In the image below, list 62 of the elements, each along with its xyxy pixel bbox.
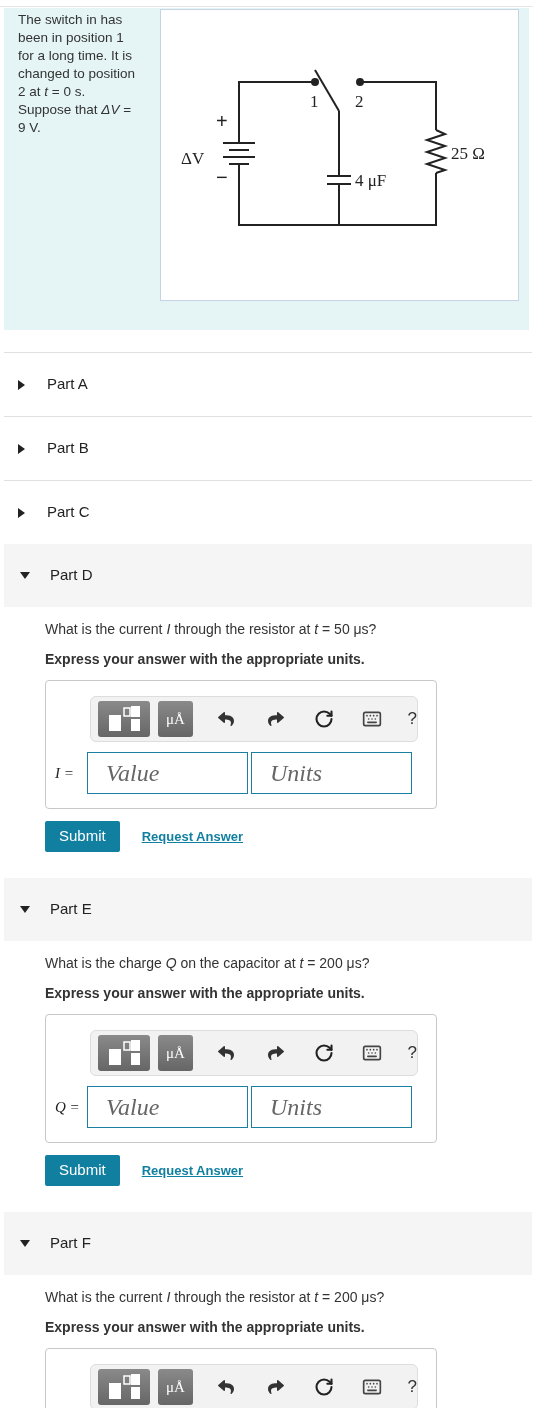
submit-button[interactable]: Submit [45, 821, 120, 852]
request-answer-link[interactable]: Request Answer [141, 826, 244, 847]
undo-button[interactable] [215, 1043, 236, 1063]
undo-button[interactable] [215, 1377, 236, 1397]
value-field[interactable]: Value [87, 752, 248, 794]
templates-button[interactable] [98, 1369, 151, 1405]
part-header[interactable]: Part E [4, 878, 532, 941]
redo-button[interactable] [265, 709, 286, 729]
expand-icon [18, 507, 25, 518]
variable-label: I = [55, 763, 75, 783]
units-field[interactable]: Units [251, 1086, 412, 1128]
reset-icon [313, 1043, 334, 1063]
templates-button[interactable] [98, 701, 151, 737]
undo-icon [217, 1379, 234, 1395]
minus-sign: − [216, 166, 228, 188]
units-button[interactable]: μÅ [158, 701, 193, 737]
question-text: What is the charge Q on the capacitor at t = 200 μs? [45, 954, 371, 973]
capacitor-label: 4 μF [355, 171, 387, 190]
instruction-text: Express your answer with the appropriate units. [45, 1318, 366, 1337]
units-button[interactable]: μÅ [158, 1035, 193, 1071]
part-header[interactable]: Part F [4, 1212, 532, 1275]
question-text: What is the current I through the resistor at t = 200 μs? [45, 1288, 386, 1307]
redo-button[interactable] [265, 1377, 286, 1397]
plus-sign: + [216, 110, 228, 132]
problem-text: The switch in has been in position 1 for a long time. It is changed to position 2 at t = 0 s. Suppose that ΔV = 9 V. [17, 11, 137, 137]
part-header[interactable]: Part A [4, 352, 532, 416]
templates-icon [107, 705, 142, 733]
help-button[interactable]: ? [407, 706, 417, 732]
units-field[interactable]: Units [251, 752, 412, 794]
request-answer-link[interactable]: Request Answer [141, 1160, 244, 1181]
value-field[interactable]: Value [87, 1086, 248, 1128]
instruction-text: Express your answer with the appropriate units. [45, 650, 366, 669]
redo-icon [267, 711, 284, 727]
expand-icon [18, 443, 25, 454]
switch-label: 2 [355, 92, 364, 111]
undo-icon [217, 1045, 234, 1061]
templates-icon [107, 1373, 142, 1401]
collapse-icon [20, 906, 30, 913]
redo-icon [267, 1045, 284, 1061]
variable-label: Q = [55, 1097, 81, 1117]
question-text: What is the current I through the resistor at t = 50 μs? [45, 620, 378, 639]
part-header[interactable]: Part B [4, 416, 532, 480]
templates-icon [107, 1039, 142, 1067]
help-button[interactable]: ? [407, 1040, 417, 1066]
expand-icon [18, 379, 25, 390]
collapse-icon [20, 572, 30, 579]
help-button[interactable]: ? [407, 1374, 417, 1400]
resistor-label: 25 Ω [451, 144, 485, 163]
reset-icon [313, 709, 334, 729]
submit-button[interactable]: Submit [45, 1155, 120, 1186]
source-label: ΔV [181, 149, 205, 168]
undo-button[interactable] [215, 709, 236, 729]
undo-icon [217, 711, 234, 727]
templates-button[interactable] [98, 1035, 151, 1071]
collapse-icon [20, 1240, 30, 1247]
part-header[interactable]: Part D [4, 544, 532, 607]
redo-button[interactable] [265, 1043, 286, 1063]
reset-icon [313, 1377, 334, 1397]
switch-label: 1 [310, 92, 319, 111]
redo-icon [267, 1379, 284, 1395]
instruction-text: Express your answer with the appropriate units. [45, 984, 366, 1003]
units-button[interactable]: μÅ [158, 1369, 193, 1405]
